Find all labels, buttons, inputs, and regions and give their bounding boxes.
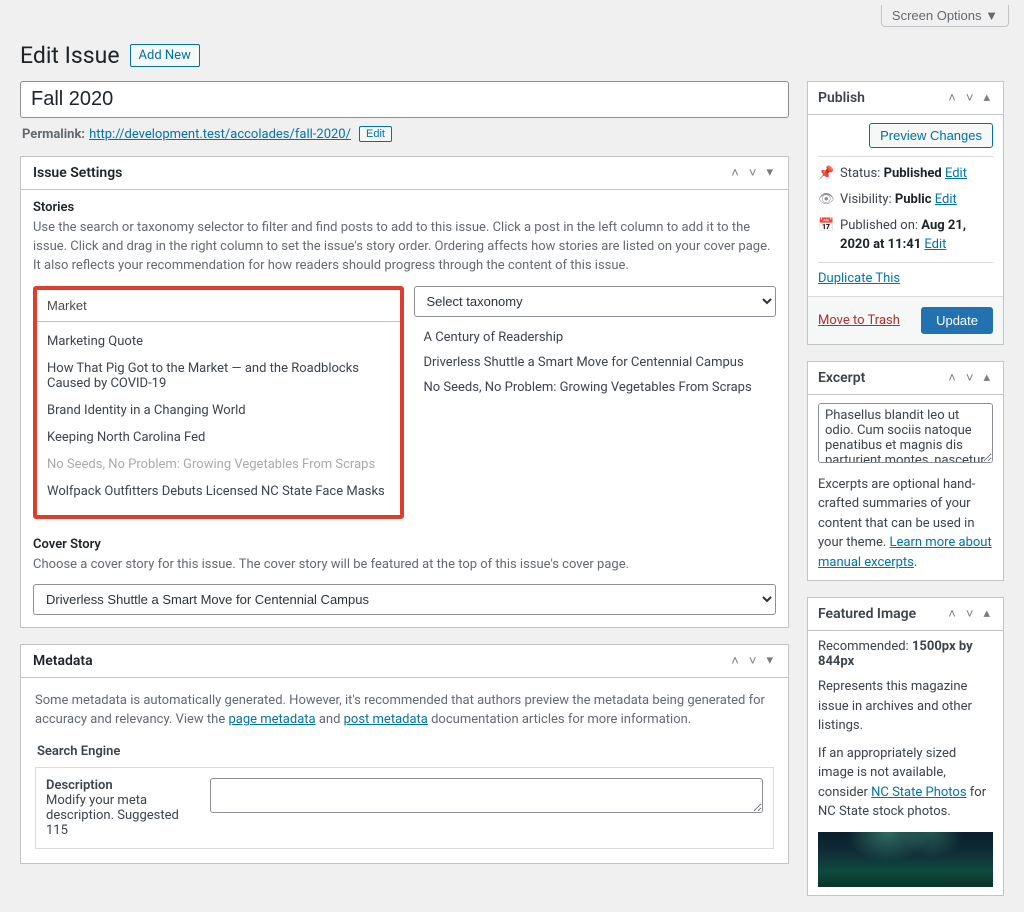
issue-settings-heading: Issue Settings [33,165,122,181]
story-result-disabled: No Seeds, No Problem: Growing Vegetables… [37,451,400,478]
move-down-icon[interactable]: ˅ [963,606,977,622]
nc-state-photos-link[interactable]: NC State Photos [871,785,966,800]
page-metadata-link[interactable]: page metadata [228,712,315,727]
update-button[interactable]: Update [921,307,993,334]
stories-search-panel: Marketing Quote How That Pig Got to the … [33,286,404,519]
excerpt-box: Excerpt ˄ ˅ ▴ Excerpts are optional hand… [807,361,1004,582]
pin-icon: 📌 [818,165,834,183]
publish-box: Publish ˄ ˅ ▴ Preview Changes 📌 Status: [807,81,1004,345]
featured-desc2: If an appropriately sized image is not a… [818,744,993,822]
page-title: Edit Issue [20,42,120,69]
move-up-icon[interactable]: ˄ [728,653,742,669]
story-result[interactable]: Marketing Quote [37,328,400,355]
featured-image-box: Featured Image ˄ ˅ ▴ Recommended: 1500px… [807,597,1004,896]
excerpt-help: Excerpts are optional hand-crafted summa… [818,475,993,573]
story-result[interactable]: Keeping North Carolina Fed [37,424,400,451]
featured-desc1: Represents this magazine issue in archiv… [818,677,993,736]
eye-icon: 👁 [818,191,834,209]
description-label: Description [46,778,196,793]
cover-story-help: Choose a cover story for this issue. The… [33,556,776,575]
featured-recommended: Recommended: 1500px by 844px [818,639,993,669]
excerpt-input[interactable] [818,403,993,463]
featured-image-heading: Featured Image [818,606,916,622]
move-down-icon[interactable]: ˅ [963,90,977,106]
move-up-icon[interactable]: ˄ [945,606,959,622]
move-down-icon[interactable]: ˅ [746,165,760,181]
edit-permalink-button[interactable]: Edit [359,126,392,142]
description-help: Modify your meta description. Suggested … [46,793,196,838]
story-result[interactable]: How That Pig Got to the Market — and the… [37,355,400,397]
stories-label: Stories [33,200,776,215]
move-up-icon[interactable]: ˄ [728,165,742,181]
toggle-panel-icon[interactable]: ▾ [763,165,776,181]
edit-visibility-link[interactable]: Edit [935,192,957,207]
stories-results-list: Marketing Quote How That Pig Got to the … [37,322,400,515]
permalink-label: Permalink: [22,127,85,142]
toggle-panel-icon[interactable]: ▴ [980,606,993,622]
duplicate-link[interactable]: Duplicate This [818,271,900,286]
calendar-icon: 📅 [818,217,834,235]
search-engine-label: Search Engine [37,744,774,759]
move-to-trash-link[interactable]: Move to Trash [818,313,900,328]
added-story[interactable]: A Century of Readership [416,325,775,350]
preview-changes-button[interactable]: Preview Changes [869,123,993,148]
issue-settings-box: Issue Settings ˄ ˅ ▾ Stories Use the sea… [20,156,789,628]
publish-heading: Publish [818,90,865,106]
add-new-button[interactable]: Add New [130,44,200,67]
added-story[interactable]: Driverless Shuttle a Smart Move for Cent… [416,350,775,375]
metadata-intro: Some metadata is automatically generated… [35,692,774,730]
cover-story-select[interactable]: Driverless Shuttle a Smart Move for Cent… [33,584,776,615]
move-up-icon[interactable]: ˄ [945,370,959,386]
featured-image-thumbnail[interactable] [818,832,993,887]
post-metadata-link[interactable]: post metadata [344,712,428,727]
metadata-heading: Metadata [33,653,93,669]
toggle-panel-icon[interactable]: ▾ [763,653,776,669]
story-result[interactable]: Wolfpack Outfitters Debuts Licensed NC S… [37,478,400,505]
permalink-url[interactable]: http://development.test/accolades/fall-2… [89,127,351,142]
meta-description-input[interactable] [210,778,763,813]
move-down-icon[interactable]: ˅ [963,370,977,386]
taxonomy-select[interactable]: Select taxonomy [414,286,777,317]
edit-status-link[interactable]: Edit [945,166,967,181]
toggle-panel-icon[interactable]: ▴ [980,370,993,386]
stories-search-input[interactable] [37,290,400,322]
screen-options-button[interactable]: Screen Options ▼ [881,5,1009,27]
move-up-icon[interactable]: ˄ [945,90,959,106]
stories-help: Use the search or taxonomy selector to f… [33,219,776,276]
cover-story-label: Cover Story [33,537,776,552]
story-result[interactable]: Brand Identity in a Changing World [37,397,400,424]
added-story[interactable]: No Seeds, No Problem: Growing Vegetables… [416,375,775,400]
toggle-panel-icon[interactable]: ▴ [980,90,993,106]
edit-date-link[interactable]: Edit [924,237,946,252]
excerpt-heading: Excerpt [818,370,865,386]
metadata-box: Metadata ˄ ˅ ▾ Some metadata is automati… [20,644,789,864]
title-input[interactable] [20,81,789,118]
added-stories-list: A Century of Readership Driverless Shutt… [414,317,777,408]
move-down-icon[interactable]: ˅ [746,653,760,669]
